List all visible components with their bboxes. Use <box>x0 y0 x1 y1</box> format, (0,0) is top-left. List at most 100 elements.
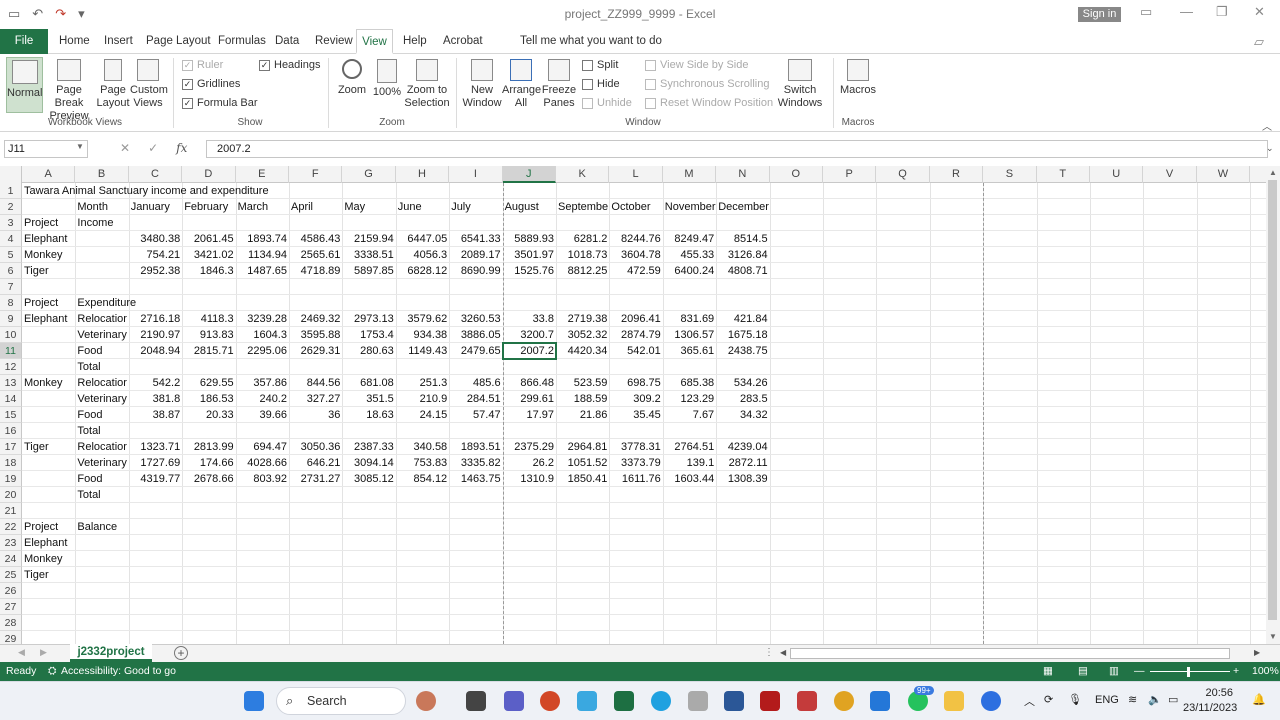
cell[interactable]: Septembe <box>556 199 609 215</box>
cell[interactable]: Income <box>75 215 128 231</box>
cell[interactable]: 698.75 <box>609 375 662 391</box>
zoom-app-icon[interactable] <box>981 691 1001 711</box>
row-header[interactable]: 23 <box>0 535 22 551</box>
tab-help[interactable]: Help <box>401 29 429 54</box>
cell[interactable]: 174.66 <box>182 455 235 471</box>
cell[interactable]: 2190.97 <box>129 327 182 343</box>
cell[interactable]: 309.2 <box>609 391 662 407</box>
cell[interactable]: 1306.57 <box>663 327 716 343</box>
cell[interactable]: 1846.3 <box>182 263 235 279</box>
cell[interactable]: 8249.47 <box>663 231 716 247</box>
name-box-dropdown-icon[interactable]: ▼ <box>76 142 84 151</box>
cell[interactable]: Monkey <box>22 247 75 263</box>
cell[interactable]: 2438.75 <box>716 343 769 359</box>
cell[interactable]: 33.8 <box>503 311 556 327</box>
normal-view-button[interactable]: Normal <box>6 57 43 113</box>
cell[interactable]: 7.67 <box>663 407 716 423</box>
cell[interactable]: 3778.31 <box>609 439 662 455</box>
cell[interactable]: 1893.51 <box>449 439 502 455</box>
cell[interactable]: 8690.99 <box>449 263 502 279</box>
cell[interactable]: 1323.71 <box>129 439 182 455</box>
clock-date[interactable]: 23/11/2023 <box>1183 702 1237 714</box>
cell[interactable]: Relocatior <box>75 311 128 327</box>
vertical-scrollbar[interactable]: ▲ ▼ <box>1266 166 1280 644</box>
store-icon[interactable] <box>870 691 890 711</box>
tab-review[interactable]: Review <box>313 29 355 54</box>
cell[interactable]: 2719.38 <box>556 311 609 327</box>
sync-icon[interactable]: ⟳ <box>1044 693 1053 706</box>
cell[interactable]: Month <box>75 199 128 215</box>
cell[interactable]: 455.33 <box>663 247 716 263</box>
column-header[interactable]: F <box>289 166 343 183</box>
column-header[interactable]: V <box>1143 166 1197 183</box>
tray-overflow-icon[interactable]: ︿ <box>1024 693 1035 709</box>
cell[interactable]: 1727.69 <box>129 455 182 471</box>
cell[interactable]: Food <box>75 407 128 423</box>
cell[interactable]: 694.47 <box>236 439 289 455</box>
sign-in-button[interactable]: Sign in <box>1078 7 1121 22</box>
clock-time[interactable]: 20:56 <box>1193 687 1233 699</box>
cell[interactable]: 2469.32 <box>289 311 342 327</box>
cell[interactable]: Total <box>75 423 128 439</box>
row-header[interactable]: 15 <box>0 407 22 423</box>
cell[interactable]: 2952.38 <box>129 263 182 279</box>
column-header[interactable]: J <box>502 166 556 183</box>
unhide-button[interactable]: Unhide <box>582 97 632 109</box>
cell[interactable]: 2964.81 <box>556 439 609 455</box>
cell[interactable]: 681.08 <box>342 375 395 391</box>
cell[interactable]: 4718.89 <box>289 263 342 279</box>
insert-function-icon[interactable]: fx <box>176 141 187 155</box>
cell[interactable]: 866.48 <box>503 375 556 391</box>
column-header[interactable]: T <box>1037 166 1090 183</box>
cell[interactable]: 2973.13 <box>342 311 395 327</box>
column-header[interactable]: N <box>716 166 770 183</box>
cell[interactable]: July <box>449 199 502 215</box>
cell[interactable]: 1603.44 <box>663 471 716 487</box>
row-header[interactable]: 4 <box>0 231 22 247</box>
cell[interactable]: 831.69 <box>663 311 716 327</box>
add-sheet-icon[interactable]: + <box>174 646 188 660</box>
tab-page-layout[interactable]: Page Layout <box>144 29 213 54</box>
column-header[interactable]: G <box>342 166 396 183</box>
cell[interactable]: 1675.18 <box>716 327 769 343</box>
cell[interactable]: 351.5 <box>342 391 395 407</box>
row-header[interactable]: 3 <box>0 215 22 231</box>
cell[interactable]: 3094.14 <box>342 455 395 471</box>
cell[interactable]: Food <box>75 343 128 359</box>
cell[interactable]: 188.59 <box>556 391 609 407</box>
cell[interactable]: 21.86 <box>556 407 609 423</box>
row-header[interactable]: 29 <box>0 631 22 644</box>
cell[interactable]: Project <box>22 519 75 535</box>
access-icon[interactable] <box>797 691 817 711</box>
cell[interactable]: 2678.66 <box>182 471 235 487</box>
cell[interactable]: 365.61 <box>663 343 716 359</box>
cell[interactable]: 2048.94 <box>129 343 182 359</box>
cell[interactable]: 284.51 <box>449 391 502 407</box>
cell[interactable]: Elephant <box>22 535 75 551</box>
row-header[interactable]: 8 <box>0 295 22 311</box>
chrome-icon[interactable] <box>834 691 854 711</box>
column-header[interactable]: K <box>556 166 610 183</box>
page-layout-view-button[interactable]: Page Layout <box>96 59 130 110</box>
prev-sheet-icon[interactable]: ◀ <box>18 647 25 658</box>
acrobat-icon[interactable] <box>760 691 780 711</box>
zoom-slider[interactable] <box>1150 671 1230 672</box>
enter-icon[interactable]: ✓ <box>148 141 158 155</box>
windows-start-icon[interactable] <box>244 691 264 711</box>
row-header[interactable]: 9 <box>0 311 22 327</box>
cell[interactable]: 2629.31 <box>289 343 342 359</box>
cell[interactable]: 4586.43 <box>289 231 342 247</box>
cell[interactable]: 1850.41 <box>556 471 609 487</box>
cell[interactable]: 2872.11 <box>716 455 769 471</box>
vertical-scroll-thumb[interactable] <box>1268 180 1277 620</box>
cell[interactable]: 2479.65 <box>449 343 502 359</box>
powerpoint-icon[interactable] <box>540 691 560 711</box>
cell[interactable]: 18.63 <box>342 407 395 423</box>
cell[interactable]: 39.66 <box>236 407 289 423</box>
cell[interactable]: Food <box>75 471 128 487</box>
ribbon-display-icon[interactable]: ▭ <box>1140 4 1152 20</box>
scroll-down-icon[interactable]: ▼ <box>1269 632 1277 641</box>
row-header[interactable]: 2 <box>0 199 22 215</box>
cell[interactable]: 3239.28 <box>236 311 289 327</box>
cell[interactable]: Total <box>75 487 128 503</box>
